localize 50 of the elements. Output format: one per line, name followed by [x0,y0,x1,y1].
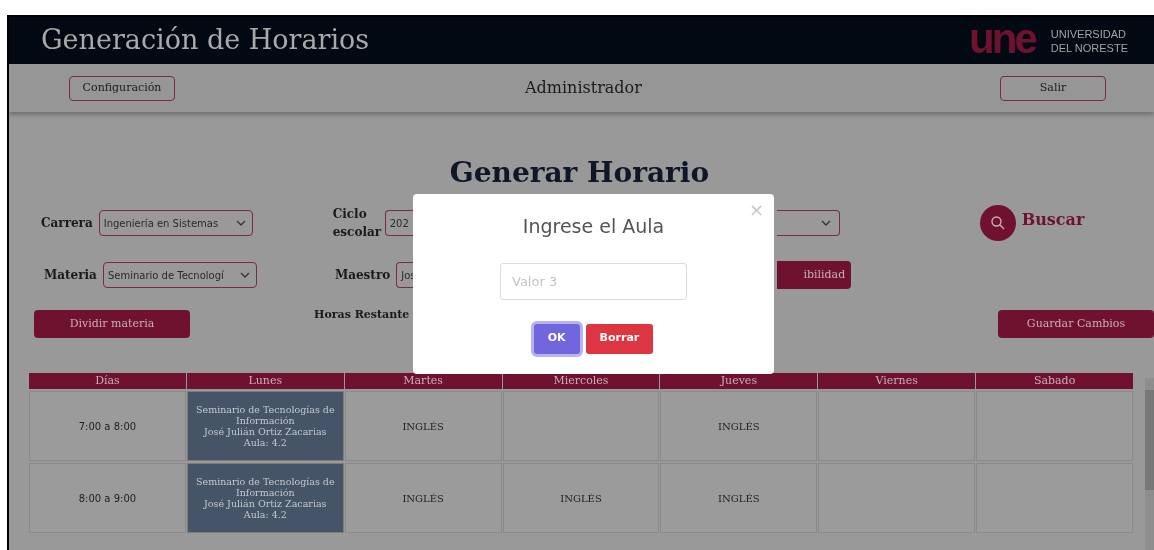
hours-label: Horas Restante [314,307,410,323]
search-button[interactable]: Buscar [979,205,1085,241]
logout-button[interactable]: Salir [1000,75,1106,101]
chevron-down-icon [820,220,831,226]
column-header: Martes [344,373,502,389]
input-field[interactable]: Valor 3 [500,262,687,300]
table-cell: INGLÉS [660,463,818,533]
chevron-down-icon [235,220,246,226]
dropdown-value: Seminario de Tecnologí [107,268,224,283]
table-cell: INGLÉS [344,391,502,461]
dropdown-field[interactable] [776,210,840,236]
app-title: Generación de Horarios [41,23,370,58]
field-label: Carrera [41,215,93,232]
class-text: Aula: 4.2 [243,509,287,520]
dialog-title: Ingrese el Aula [522,214,665,239]
logo: une [969,18,1035,59]
class-text: Aula: 4.2 [243,437,287,448]
dropdown-field[interactable]: Seminario de Tecnologí [102,262,257,288]
clear-button[interactable]: Borrar [585,323,654,354]
dropdown-field[interactable]: 202 [384,210,413,236]
logo-caption: DEL NORESTE [1050,40,1128,55]
dropdown-value: 202 [389,216,409,231]
ok-button[interactable]: OK [533,323,580,354]
time-cell: 7:00 a 8:00 [29,391,186,461]
column-header: Días [29,373,186,389]
class-text: Seminario de Tecnologías de Información [195,404,336,426]
chevron-down-icon [239,272,250,278]
class-text: José Julián Ortiz Zacarias [204,426,327,437]
logo-caption: UNIVERSIDAD [1050,26,1127,41]
column-header: Jueves [660,373,818,389]
column-header: Viernes [818,373,976,389]
class-text: José Julián Ortiz Zacarias [204,498,327,509]
column-header: Sabado [976,373,1133,389]
save-changes-button[interactable]: Guardar Cambios [998,310,1154,338]
column-header: Lunes [186,373,344,389]
user-role: Administrador [525,77,642,99]
settings-button[interactable]: Configuración [69,75,175,101]
field-label: Materia [44,267,97,284]
dropdown-value: Ingeniería en Sistemas [103,216,219,231]
search-icon [979,205,1016,241]
split-subject-button[interactable]: Dividir materia [34,310,190,338]
dropdown-field[interactable]: Ingeniería en Sistemas [98,210,253,236]
time-cell: 8:00 a 9:00 [29,463,186,533]
page-title: Generar Horario [449,155,710,191]
class-text: Seminario de Tecnologías de Información [195,476,336,498]
availability-button[interactable]: ibilidad [777,261,852,289]
field-label: Maestro [334,267,391,284]
table-cell: INGLÉS [502,463,660,533]
table-cell: INGLÉS [344,463,502,533]
table-cell: INGLÉS [660,391,818,461]
